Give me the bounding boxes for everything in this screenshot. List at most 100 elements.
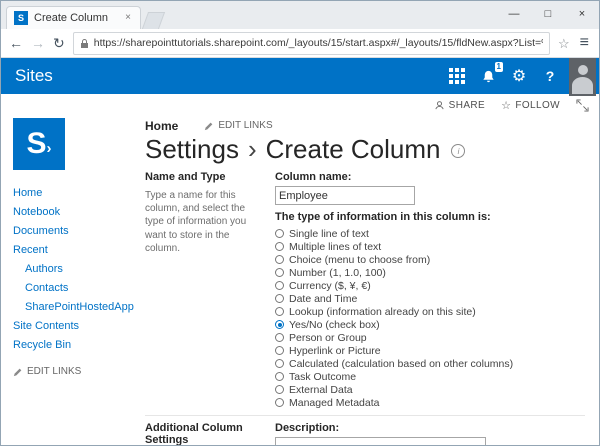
tab-title: Create Column <box>34 12 117 24</box>
breadcrumb-home-link[interactable]: Home <box>145 119 178 133</box>
radio-icon[interactable] <box>275 307 284 316</box>
window-controls: — □ × <box>497 1 599 27</box>
sidebar-item-site-contents[interactable]: Site Contents <box>13 316 135 335</box>
radio-icon[interactable] <box>275 229 284 238</box>
page-body: S › HomeNotebookDocumentsRecentAuthorsCo… <box>1 116 599 445</box>
radio-option-label: Number (1, 1.0, 100) <box>289 267 386 279</box>
column-type-option-single-line-of-text[interactable]: Single line of text <box>275 227 585 240</box>
column-type-option-number-1-1-0-100[interactable]: Number (1, 1.0, 100) <box>275 266 585 279</box>
radio-icon[interactable] <box>275 359 284 368</box>
sidebar-item-home[interactable]: Home <box>13 183 135 202</box>
column-name-label: Column name: <box>275 171 585 183</box>
share-icon <box>434 100 445 111</box>
sidebar-item-recent[interactable]: Recent <box>13 240 135 259</box>
tab-close-icon[interactable]: × <box>123 12 133 24</box>
follow-button[interactable]: ☆ FOLLOW <box>501 99 560 112</box>
column-name-input[interactable] <box>275 186 415 205</box>
sidebar-item-documents[interactable]: Documents <box>13 221 135 240</box>
radio-option-label: Yes/No (check box) <box>289 319 380 331</box>
radio-icon[interactable] <box>275 242 284 251</box>
page-command-row: SHARE ☆ FOLLOW <box>1 94 599 116</box>
column-type-option-hyperlink-or-picture[interactable]: Hyperlink or Picture <box>275 344 585 357</box>
lock-icon <box>80 38 89 49</box>
browser-titlebar: S Create Column × — □ × <box>1 1 599 29</box>
pencil-icon <box>204 121 214 131</box>
radio-option-label: Person or Group <box>289 332 367 344</box>
user-avatar[interactable] <box>569 58 596 96</box>
radio-icon[interactable] <box>275 333 284 342</box>
title-page-name: Create Column <box>266 134 441 165</box>
sidebar-item-notebook[interactable]: Notebook <box>13 202 135 221</box>
column-type-option-date-and-time[interactable]: Date and Time <box>275 292 585 305</box>
radio-option-label: Single line of text <box>289 228 369 240</box>
description-label: Description: <box>275 422 585 434</box>
close-button[interactable]: × <box>565 1 599 27</box>
column-type-option-person-or-group[interactable]: Person or Group <box>275 331 585 344</box>
favorites-star-icon[interactable]: ☆ <box>558 37 570 50</box>
share-button[interactable]: SHARE <box>434 100 485 111</box>
section-heading: Name and Type <box>145 171 263 183</box>
column-type-option-managed-metadata[interactable]: Managed Metadata <box>275 396 585 409</box>
column-type-option-choice-menu-to-choose-from[interactable]: Choice (menu to choose from) <box>275 253 585 266</box>
maximize-button[interactable]: □ <box>531 1 565 27</box>
sharepoint-favicon-icon: S <box>14 11 28 25</box>
info-icon[interactable]: i <box>451 144 465 158</box>
sidebar-edit-links-label: EDIT LINKS <box>27 366 81 377</box>
minimize-button[interactable]: — <box>497 1 531 27</box>
sidebar-item-recycle-bin[interactable]: Recycle Bin <box>13 335 135 354</box>
address-bar[interactable]: https://sharepointtutorials.sharepoint.c… <box>73 32 550 55</box>
column-type-option-multiple-lines-of-text[interactable]: Multiple lines of text <box>275 240 585 253</box>
name-and-type-left: Name and Type Type a name for this colum… <box>145 171 263 409</box>
browser-menu-icon[interactable]: ≡ <box>578 35 591 51</box>
settings-gear-icon[interactable]: ⚙ <box>506 63 532 89</box>
radio-option-label: Choice (menu to choose from) <box>289 254 430 266</box>
url-text: https://sharepointtutorials.sharepoint.c… <box>94 37 543 49</box>
radio-icon[interactable] <box>275 372 284 381</box>
sidebar-item-contacts[interactable]: Contacts <box>13 278 135 297</box>
radio-option-label: Multiple lines of text <box>289 241 381 253</box>
pencil-icon <box>13 367 23 377</box>
column-type-option-external-data[interactable]: External Data <box>275 383 585 396</box>
bell-icon <box>481 69 496 84</box>
column-type-option-yes-no-check-box[interactable]: Yes/No (check box) <box>275 318 585 331</box>
radio-icon[interactable] <box>275 281 284 290</box>
section-heading: Additional Column Settings <box>145 422 263 445</box>
browser-window: S Create Column × — □ × ← → ↻ https://sh… <box>0 0 600 446</box>
forward-icon[interactable]: → <box>31 36 45 50</box>
radio-icon[interactable] <box>275 346 284 355</box>
refresh-icon[interactable]: ↻ <box>53 36 65 50</box>
browser-addressbar: ← → ↻ https://sharepointtutorials.sharep… <box>1 29 599 58</box>
focus-on-content-button[interactable] <box>576 99 589 112</box>
description-textarea[interactable] <box>275 437 486 445</box>
sidebar-edit-links[interactable]: EDIT LINKS <box>13 366 135 377</box>
help-icon[interactable]: ? <box>537 63 563 89</box>
additional-settings-right: Description: Default value: <box>275 422 585 445</box>
radio-selected-icon[interactable] <box>275 320 284 329</box>
browser-tab[interactable]: S Create Column × <box>6 6 141 29</box>
sharepoint-logo[interactable]: S › <box>13 118 65 170</box>
column-type-option-currency[interactable]: Currency ($, ¥, €) <box>275 279 585 292</box>
radio-icon[interactable] <box>275 294 284 303</box>
radio-icon[interactable] <box>275 268 284 277</box>
follow-star-icon: ☆ <box>501 99 511 112</box>
notification-badge: 1 <box>495 62 503 72</box>
radio-icon[interactable] <box>275 385 284 394</box>
column-type-option-lookup-information-already-on-this-site[interactable]: Lookup (information already on this site… <box>275 305 585 318</box>
main-edit-links[interactable]: EDIT LINKS <box>204 120 272 131</box>
sidebar-item-authors[interactable]: Authors <box>13 259 135 278</box>
column-type-option-calculated-calculation-based-on-other-columns[interactable]: Calculated (calculation based on other c… <box>275 357 585 370</box>
radio-icon[interactable] <box>275 398 284 407</box>
sidebar-item-sharepointhostedapp[interactable]: SharePointHostedApp <box>13 297 135 316</box>
new-tab-button[interactable] <box>142 12 165 29</box>
radio-icon[interactable] <box>275 255 284 264</box>
app-launcher-icon[interactable] <box>444 63 470 89</box>
focus-icon <box>576 99 589 112</box>
notifications-bell-icon[interactable]: 1 <box>475 63 501 89</box>
back-icon[interactable]: ← <box>9 36 23 50</box>
column-type-option-task-outcome[interactable]: Task Outcome <box>275 370 585 383</box>
type-question-label: The type of information in this column i… <box>275 211 585 223</box>
title-separator: › <box>248 134 257 165</box>
radio-option-label: Hyperlink or Picture <box>289 345 381 357</box>
create-column-form: Name and Type Type a name for this colum… <box>145 171 585 445</box>
suite-brand[interactable]: Sites <box>15 66 53 86</box>
